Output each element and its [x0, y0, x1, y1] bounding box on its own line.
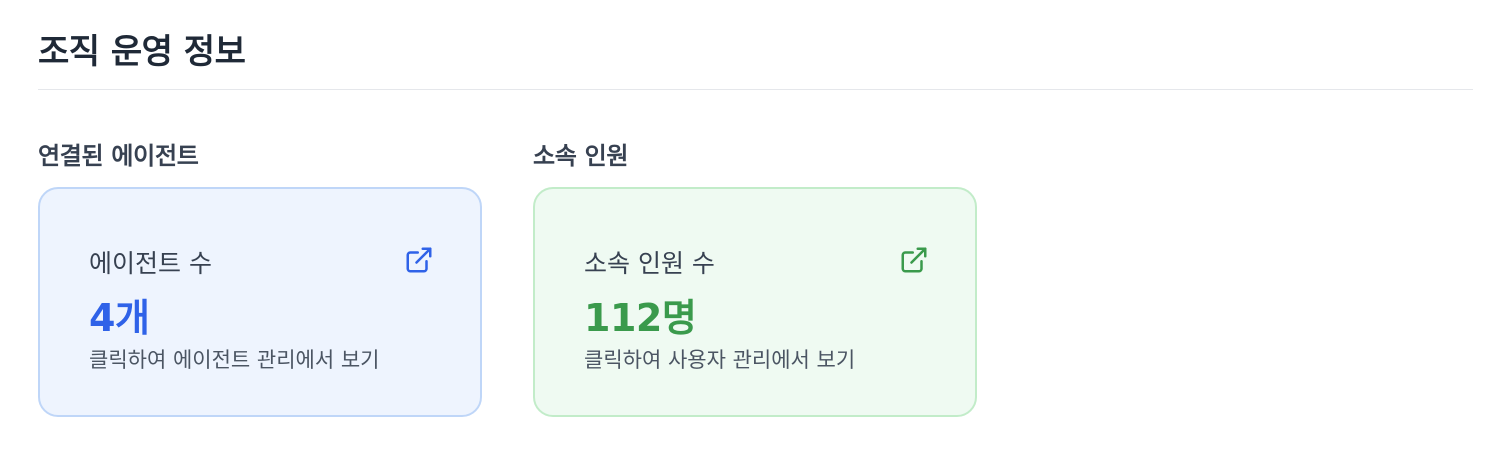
- member-count-card[interactable]: 소속 인원 수 112명 클릭하여 사용자 관리에서 보기: [533, 187, 977, 417]
- page-title: 조직 운영 정보: [38, 32, 246, 72]
- external-link-icon: [899, 245, 929, 275]
- agent-count-hint: 클릭하여 에이전트 관리에서 보기: [89, 348, 380, 372]
- member-count-hint: 클릭하여 사용자 관리에서 보기: [584, 348, 856, 372]
- member-count-value: 112명: [584, 296, 697, 340]
- external-link-icon: [404, 245, 434, 275]
- agent-count-value: 4개: [89, 296, 150, 340]
- title-divider: [38, 89, 1473, 90]
- section-title-members: 소속 인원: [533, 142, 629, 170]
- agent-count-card[interactable]: 에이전트 수 4개 클릭하여 에이전트 관리에서 보기: [38, 187, 482, 417]
- member-count-label: 소속 인원 수: [584, 249, 715, 278]
- members-section: 소속 인원 소속 인원 수 112명 클릭하여 사용자 관리에서 보기: [533, 136, 977, 417]
- section-title-connected-agents: 연결된 에이전트: [38, 142, 199, 170]
- agent-count-label: 에이전트 수: [89, 249, 212, 278]
- connected-agents-section: 연결된 에이전트 에이전트 수 4개 클릭하여 에이전트 관리에서 보기: [38, 136, 482, 417]
- org-info-page: 조직 운영 정보 연결된 에이전트 에이전트 수 4개 클릭하여 에이전트 관리…: [0, 0, 1502, 458]
